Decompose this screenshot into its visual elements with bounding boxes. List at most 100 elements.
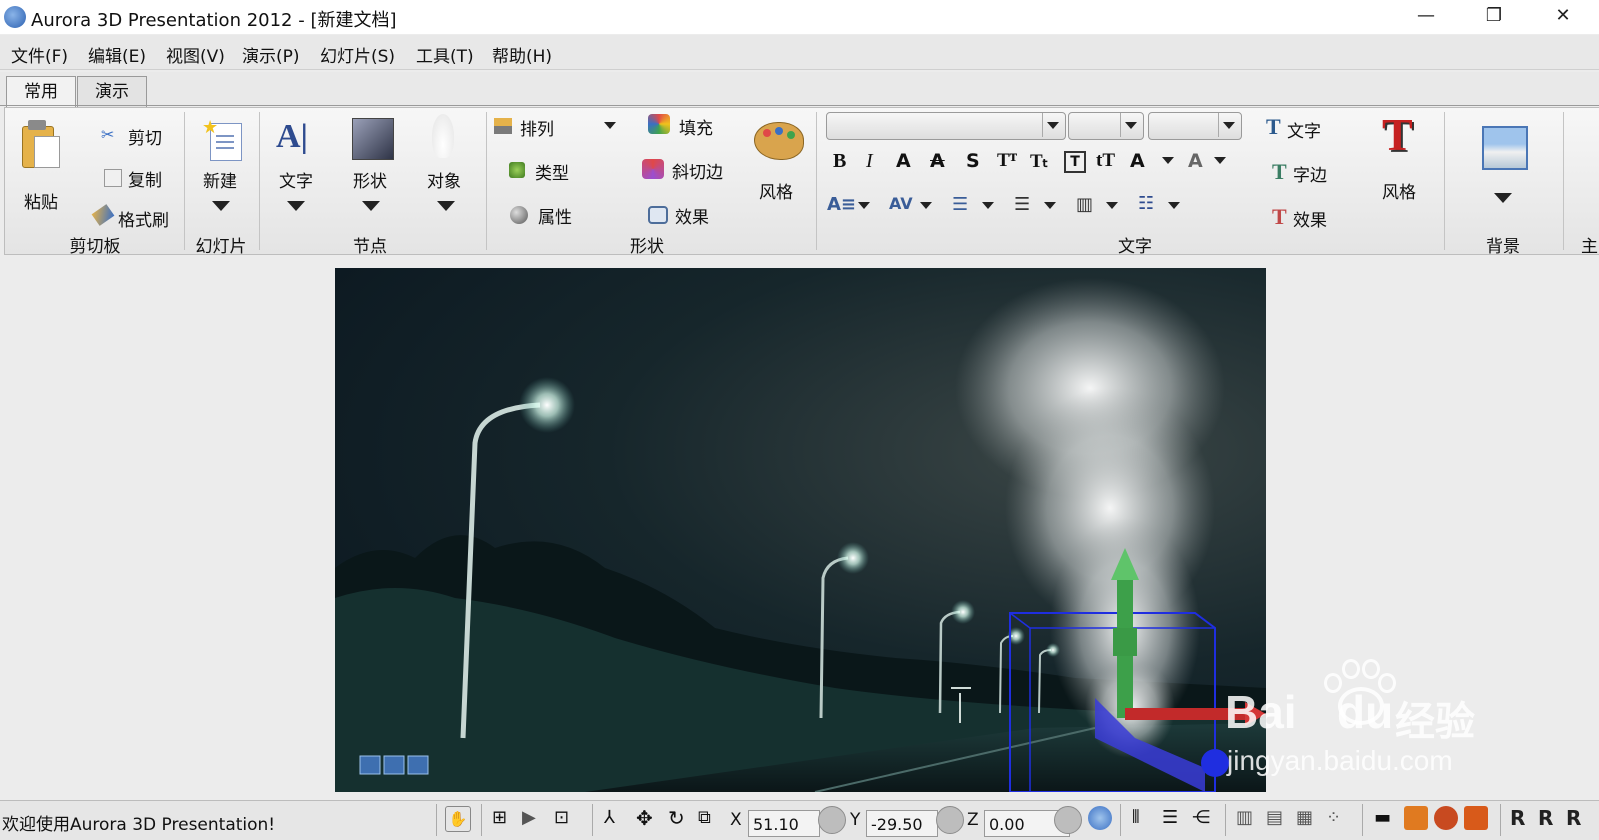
align-right-icon[interactable]: ⋲	[1192, 806, 1216, 830]
distribute-h-icon[interactable]: ▥	[1236, 806, 1260, 830]
order-icon[interactable]	[1464, 806, 1488, 830]
fit-view-icon[interactable]: ⊡	[554, 806, 578, 830]
font-size-dropdown-icon[interactable]	[1120, 113, 1141, 137]
axis-icon[interactable]: ⅄	[604, 806, 628, 830]
y-spinner-icon[interactable]	[936, 806, 964, 834]
menu-file[interactable]: 文件(F)	[11, 42, 68, 67]
bullet-list-icon[interactable]: ☷	[1138, 193, 1154, 214]
text-node-dropdown-icon[interactable]	[287, 201, 305, 211]
object-node-dropdown-icon[interactable]	[437, 201, 455, 211]
group-label-background: 背景	[1486, 237, 1520, 257]
text-align-icon[interactable]: A≡	[827, 194, 856, 215]
reset-icon[interactable]	[1088, 806, 1112, 830]
align-left-icon[interactable]: ⫴	[1132, 806, 1156, 830]
menu-view[interactable]: 视图(V)	[166, 42, 225, 67]
y-coordinate-input[interactable]: -29.50	[866, 810, 938, 837]
line-spacing-dropdown-icon[interactable]	[982, 202, 994, 209]
new-slide-button[interactable]: 新建	[203, 167, 237, 192]
bevel-button[interactable]: 斜切边	[672, 158, 723, 183]
camera-icon[interactable]: ⊞	[492, 806, 516, 830]
object-node-button[interactable]: 对象	[427, 167, 461, 192]
x-spinner-icon[interactable]	[818, 806, 846, 834]
text-node-button[interactable]: 文字	[279, 167, 313, 192]
app-logo-icon	[4, 6, 26, 28]
rotate-icon[interactable]: ↻	[668, 806, 692, 830]
menu-tools[interactable]: 工具(T)	[416, 42, 474, 67]
shape-style-button[interactable]: 风格	[759, 178, 793, 203]
text-height-icon[interactable]: tT	[1096, 150, 1115, 172]
strikethrough-icon[interactable]: A	[930, 150, 945, 172]
ungroup-icon[interactable]	[1434, 806, 1458, 830]
close-button[interactable]: ✕	[1535, 0, 1591, 34]
bold-button[interactable]: B	[833, 150, 846, 173]
background-dropdown-icon[interactable]	[1494, 193, 1512, 203]
text-fill-button[interactable]: 文字	[1287, 117, 1321, 142]
scale-icon[interactable]: ⧉	[698, 806, 722, 830]
text-box-icon[interactable]: T	[1064, 151, 1086, 173]
minimize-button[interactable]: —	[1398, 0, 1454, 34]
maximize-button[interactable]: ❐	[1466, 0, 1522, 34]
bullet-list-dropdown-icon[interactable]	[1168, 202, 1180, 209]
cut-button[interactable]: 剪切	[128, 124, 162, 149]
font-family-dropdown-icon[interactable]	[1042, 113, 1063, 137]
subscript-icon[interactable]: Tₜ	[1030, 150, 1048, 173]
paste-button[interactable]: 粘贴	[24, 188, 58, 213]
font-style-dropdown-icon[interactable]	[1218, 113, 1239, 137]
snap-grid-icon[interactable]: ⁘	[1326, 806, 1350, 830]
paragraph-align-icon[interactable]: ☰	[1014, 194, 1030, 215]
text-style-button[interactable]: 风格	[1382, 178, 1416, 203]
render-export-icon[interactable]: R	[1566, 806, 1590, 830]
font-family-select[interactable]	[826, 112, 1066, 140]
x-coordinate-input[interactable]: 51.10	[748, 810, 820, 837]
align-center-icon[interactable]: ☰	[1162, 806, 1186, 830]
format-painter-button[interactable]: 格式刷	[118, 206, 169, 231]
shape-node-button[interactable]: 形状	[353, 167, 387, 192]
z-label: Z	[967, 810, 979, 830]
italic-button[interactable]: I	[866, 150, 873, 173]
text-color-icon[interactable]: A	[1188, 150, 1203, 172]
text-spacing-icon[interactable]: A	[1130, 150, 1145, 172]
text-spacing-dropdown-icon[interactable]	[1162, 157, 1174, 164]
fill-button[interactable]: 填充	[679, 114, 713, 139]
render-icon[interactable]: R	[1510, 806, 1534, 830]
line-spacing-icon[interactable]: ☰	[952, 194, 968, 215]
outline-text-icon[interactable]: A	[896, 150, 911, 172]
char-spacing-icon[interactable]: AV	[889, 194, 913, 213]
menu-edit[interactable]: 编辑(E)	[88, 42, 146, 67]
superscript-icon[interactable]: Tᵀ	[997, 150, 1017, 172]
slide-viewport[interactable]	[335, 268, 1266, 792]
shape-node-dropdown-icon[interactable]	[362, 201, 380, 211]
menu-help[interactable]: 帮助(H)	[492, 42, 552, 67]
tab-home[interactable]: 常用	[6, 76, 76, 107]
menu-slide[interactable]: 幻灯片(S)	[320, 42, 395, 67]
columns-dropdown-icon[interactable]	[1106, 202, 1118, 209]
render-settings-icon[interactable]: R	[1538, 806, 1562, 830]
play-icon[interactable]: ▶	[522, 806, 546, 830]
shadow-text-icon[interactable]: S	[966, 150, 980, 172]
text-effect-button[interactable]: 效果	[1293, 206, 1327, 231]
text-stroke-button[interactable]: 字边	[1293, 161, 1327, 186]
text-color-dropdown-icon[interactable]	[1214, 157, 1226, 164]
menu-present[interactable]: 演示(P)	[242, 42, 300, 67]
z-spinner-icon[interactable]	[1054, 806, 1082, 834]
hand-tool-icon[interactable]: ✋	[445, 806, 471, 832]
arrange-button[interactable]: 排列	[520, 115, 554, 140]
copy-button[interactable]: 复制	[128, 166, 162, 191]
group-icon[interactable]	[1404, 806, 1428, 830]
move-icon[interactable]: ✥	[636, 806, 660, 830]
new-slide-dropdown-icon[interactable]	[212, 201, 230, 211]
arrange-dropdown-icon[interactable]	[604, 122, 616, 129]
tab-divider	[0, 105, 1599, 106]
char-spacing-dropdown-icon[interactable]	[920, 202, 932, 209]
text-align-dropdown-icon[interactable]	[858, 202, 870, 209]
property-button[interactable]: 属性	[538, 203, 572, 228]
columns-icon[interactable]: ▥	[1076, 194, 1093, 215]
distribute-v-icon[interactable]: ▤	[1266, 806, 1290, 830]
type-button[interactable]: 类型	[535, 159, 569, 184]
shape-effect-button[interactable]: 效果	[675, 203, 709, 228]
group-label-nodes: 节点	[353, 237, 387, 257]
paragraph-align-dropdown-icon[interactable]	[1044, 202, 1056, 209]
layer-icon[interactable]: ▬	[1374, 806, 1398, 830]
tab-present[interactable]: 演示	[77, 76, 147, 107]
align-top-icon[interactable]: ▦	[1296, 806, 1320, 830]
